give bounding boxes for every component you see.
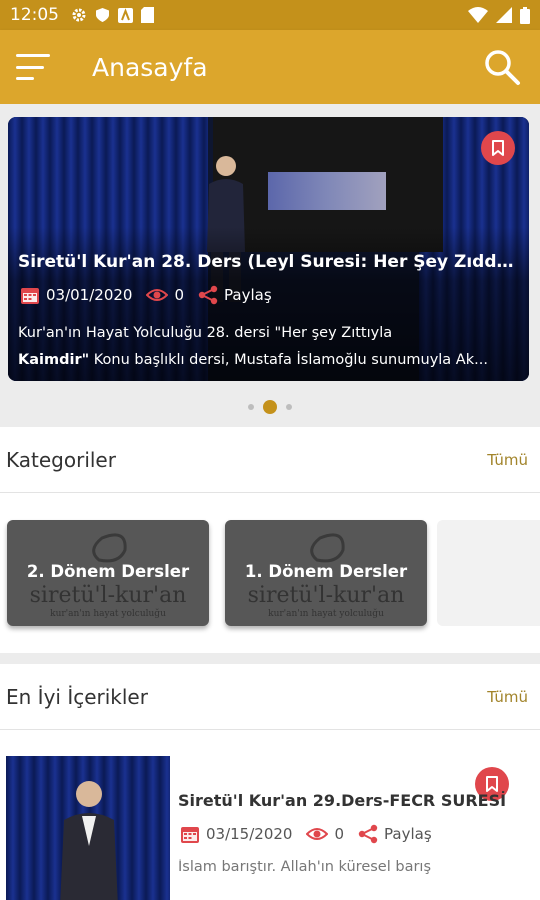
- pager-dot[interactable]: [248, 404, 254, 410]
- status-time: 12:05: [10, 5, 59, 25]
- eye-icon: [146, 289, 169, 301]
- content-meta: 03/15/2020 0 Paylaş: [180, 824, 446, 844]
- status-notification-icons: [71, 7, 154, 23]
- app-bar: Anasayfa: [0, 30, 540, 104]
- content-date: 03/15/2020: [206, 825, 293, 843]
- description-line-2: Konu başlıklı dersi, Mustafa İslamoğlu s…: [89, 352, 488, 368]
- share-icon: [198, 285, 218, 305]
- top-content-heading: En İyi İçerikler: [6, 684, 148, 709]
- menu-icon[interactable]: [16, 54, 50, 80]
- featured-meta: 03/01/2020 0 Paylaş: [20, 285, 286, 305]
- eye-icon: [306, 828, 329, 840]
- featured-slide[interactable]: Siretü'l Kur'an 28. Ders (Leyl Suresi: H…: [8, 117, 529, 381]
- pager-dot[interactable]: [286, 404, 292, 410]
- content-views: 0: [334, 825, 345, 843]
- page-title: Anasayfa: [92, 52, 208, 82]
- share-label: Paylaş: [224, 286, 272, 304]
- featured-share[interactable]: Paylaş: [198, 285, 272, 305]
- category-card[interactable]: siretü'l-kur'an kur'an'ın hayat yolculuğ…: [225, 520, 427, 626]
- app-a-icon: [118, 7, 133, 23]
- bookmark-button[interactable]: [481, 131, 515, 165]
- calendar-icon: [181, 827, 199, 843]
- content-title[interactable]: Siretü'l Kur'an 29.Ders-FECR SURESİ: [178, 791, 524, 810]
- search-icon[interactable]: [482, 47, 522, 87]
- category-label: 1. Dönem Dersler: [244, 562, 408, 581]
- bookmark-icon: [486, 776, 498, 792]
- svg-text:siretü'l-kur'an: siretü'l-kur'an: [248, 583, 405, 608]
- shield-icon: [96, 8, 109, 22]
- category-label: 2. Dönem Dersler: [26, 562, 190, 581]
- description-line-1: Kur'an'ın Hayat Yolculuğu 28. dersi "Her…: [18, 325, 393, 341]
- featured-date: 03/01/2020: [46, 286, 133, 304]
- content-thumbnail[interactable]: [6, 756, 170, 900]
- content-description: İslam barıştır. Allah'ın küresel barış: [178, 859, 431, 875]
- speaker-figure: [60, 781, 118, 900]
- svg-text:siretü'l-kur'an: siretü'l-kur'an: [30, 583, 187, 608]
- share-label: Paylaş: [384, 825, 432, 843]
- wifi-icon: [468, 7, 488, 23]
- svg-text:kur'an'ın hayat yolculuğu: kur'an'ın hayat yolculuğu: [50, 608, 166, 619]
- category-card-partial[interactable]: [437, 520, 540, 626]
- calendar-icon: [21, 288, 39, 304]
- featured-title[interactable]: Siretü'l Kur'an 28. Ders (Leyl Suresi: H…: [18, 252, 518, 272]
- categories-heading: Kategoriler: [6, 447, 116, 472]
- battery-icon: [520, 6, 530, 24]
- featured-description: Kur'an'ın Hayat Yolculuğu 28. dersi "Her…: [18, 320, 522, 374]
- gear-icon: [72, 8, 86, 22]
- content-share[interactable]: Paylaş: [358, 824, 432, 844]
- top-content-section: En İyi İçerikler Tümü Siretü'l Kur'an 29…: [0, 664, 540, 900]
- status-bar: 12:05: [0, 0, 540, 30]
- featured-carousel: Siretü'l Kur'an 28. Ders (Leyl Suresi: H…: [0, 104, 540, 426]
- share-icon: [358, 824, 378, 844]
- signal-icon: [496, 7, 512, 23]
- carousel-pager: [0, 400, 540, 414]
- pager-dot-active[interactable]: [263, 400, 277, 414]
- svg-text:kur'an'ın hayat yolculuğu: kur'an'ın hayat yolculuğu: [268, 608, 384, 619]
- category-list: siretü'l-kur'an kur'an'ın hayat yolculuğ…: [0, 493, 540, 651]
- top-content-see-all-link[interactable]: Tümü: [487, 688, 528, 706]
- sd-card-icon: [141, 7, 154, 23]
- categories-section: Kategoriler Tümü siretü'l-kur'an kur'an'…: [0, 427, 540, 653]
- category-card[interactable]: siretü'l-kur'an kur'an'ın hayat yolculuğ…: [7, 520, 209, 626]
- featured-views: 0: [174, 286, 185, 304]
- bookmark-icon: [492, 140, 504, 156]
- content-list-item[interactable]: Siretü'l Kur'an 29.Ders-FECR SURESİ 03/1…: [0, 730, 540, 900]
- description-bold: Kaimdir": [18, 352, 90, 368]
- categories-see-all-link[interactable]: Tümü: [487, 451, 528, 469]
